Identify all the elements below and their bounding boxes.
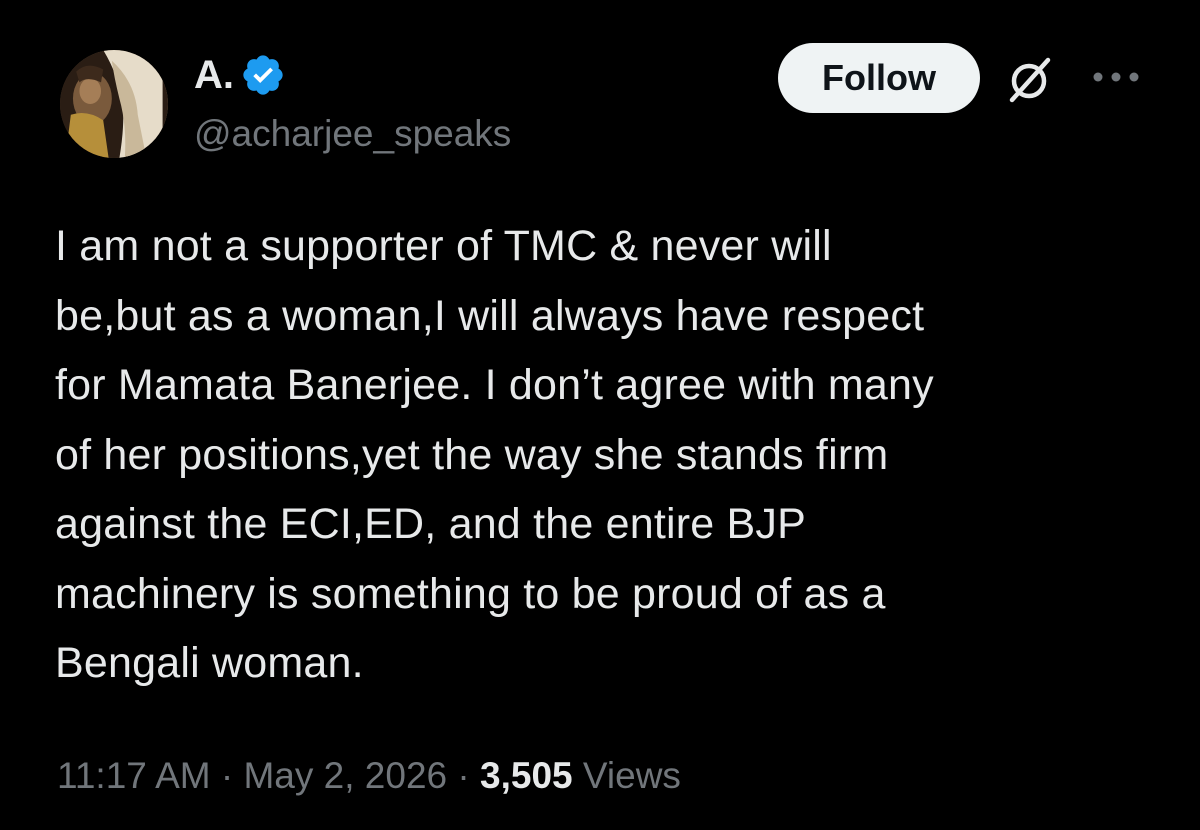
grok-icon[interactable] (1002, 52, 1058, 108)
author-handle[interactable]: @acharjee_speaks (194, 112, 511, 156)
display-name[interactable]: A. (194, 52, 234, 98)
tweet-text: I am not a supporter of TMC & never will… (55, 222, 934, 687)
more-icon[interactable] (1090, 66, 1146, 88)
avatar[interactable] (60, 50, 168, 158)
author-name-row[interactable]: A. (194, 52, 286, 98)
follow-button[interactable]: Follow (778, 43, 980, 113)
views-count[interactable]: 3,505 (480, 755, 573, 796)
tweet-card: A. @acharjee_speaks Follow I am not a su… (0, 0, 1200, 830)
tweet-time[interactable]: 11:17 AM (57, 755, 211, 796)
tweet-meta: 11:17 AM · May 2, 2026 · 3,505 Views (57, 752, 681, 800)
meta-separator: · (457, 755, 470, 796)
tweet-date[interactable]: May 2, 2026 (243, 755, 447, 796)
views-label[interactable]: Views (583, 755, 681, 796)
avatar-photo (60, 50, 168, 158)
meta-separator: · (220, 755, 234, 796)
verified-badge-icon[interactable] (240, 52, 286, 98)
